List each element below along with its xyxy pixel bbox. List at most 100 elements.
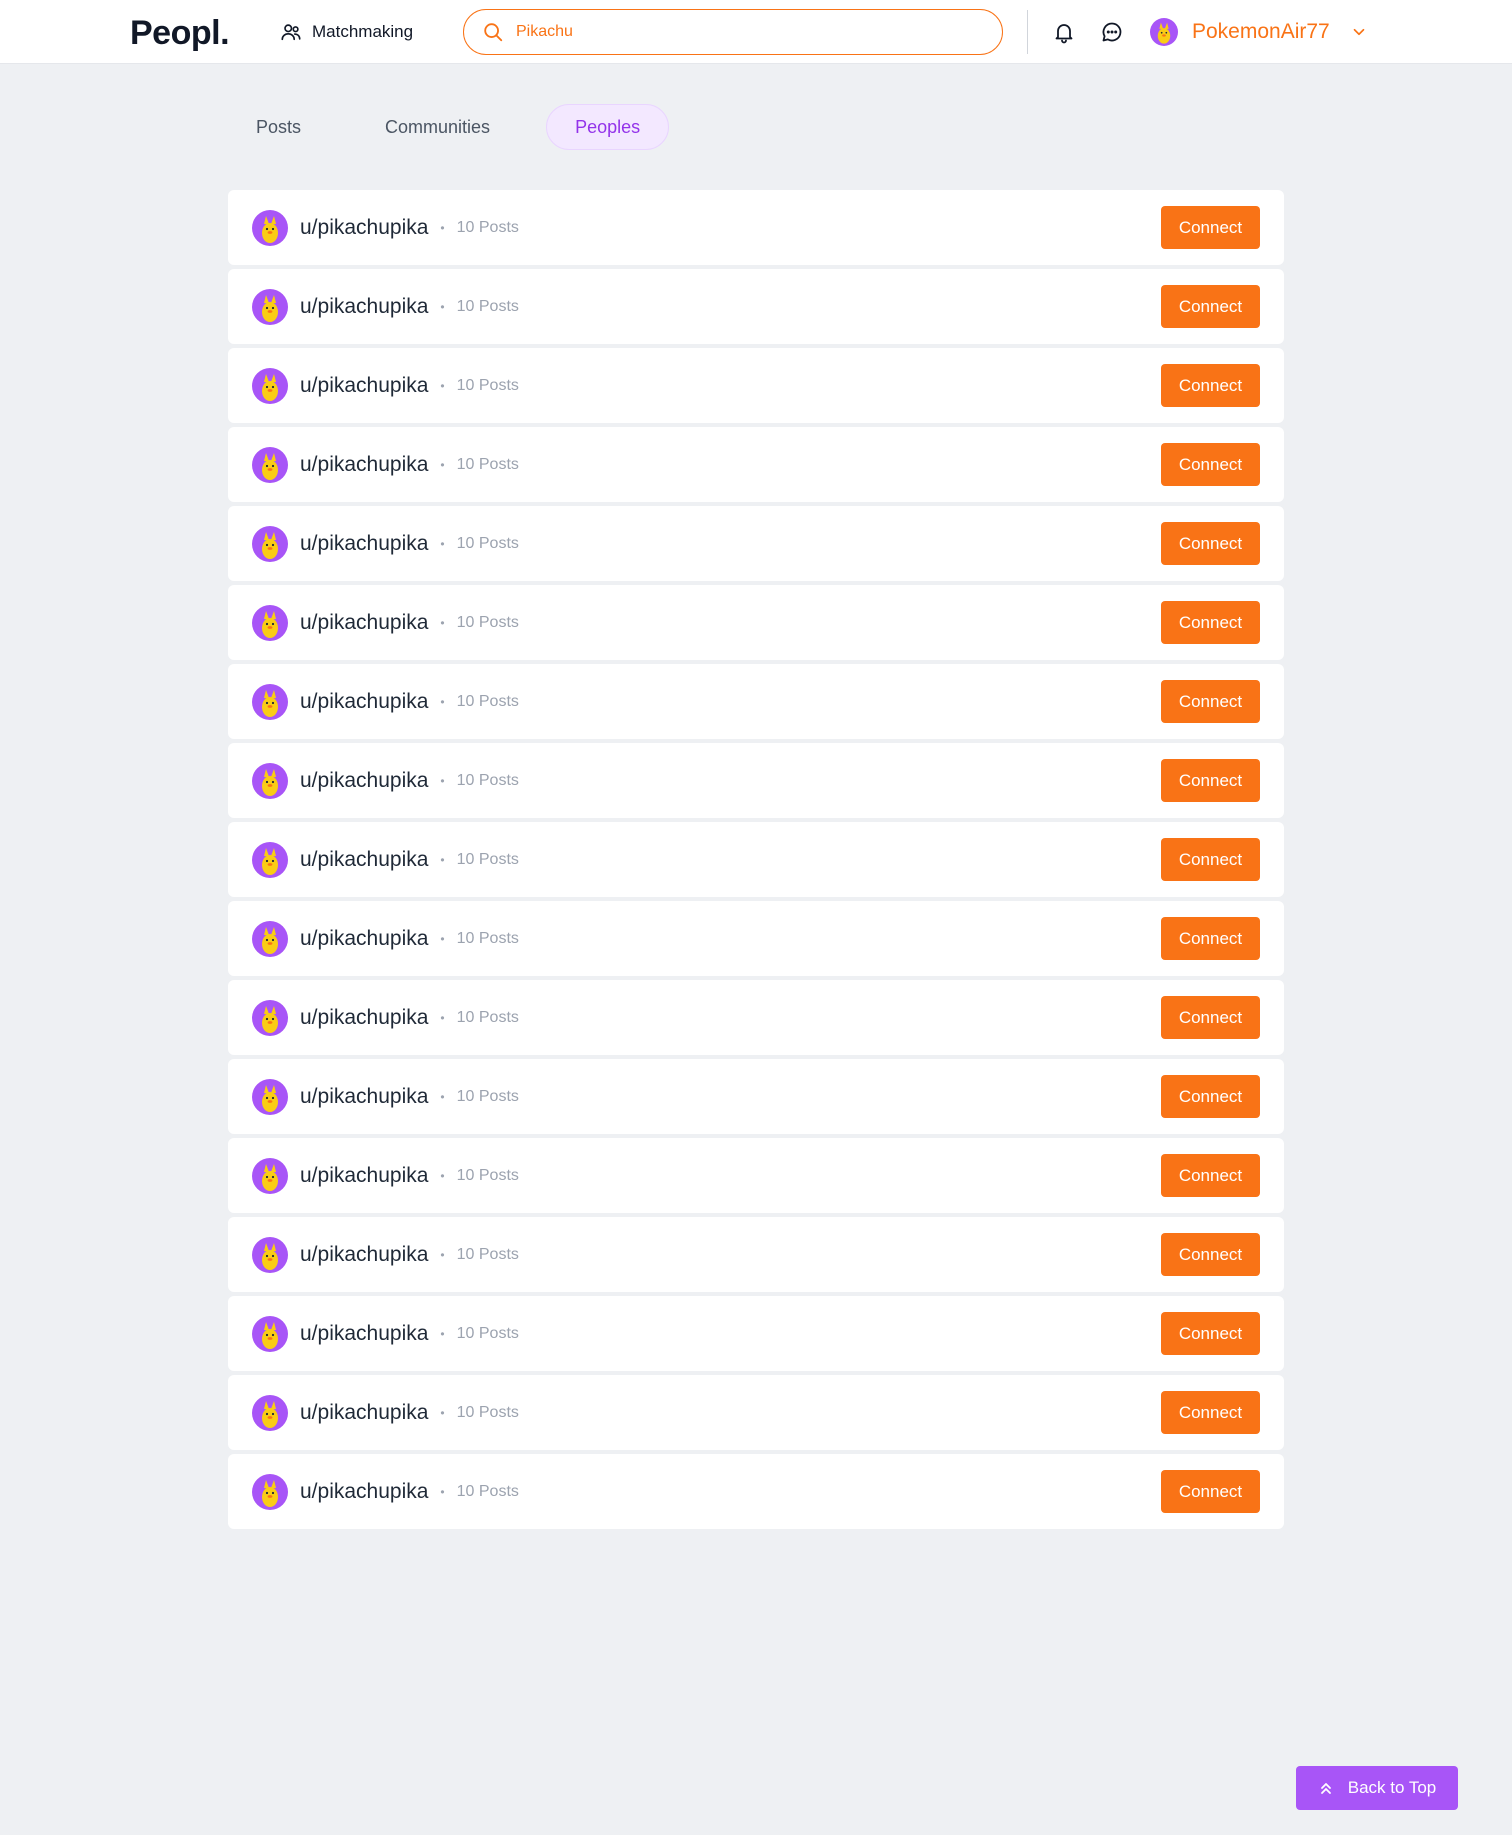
matchmaking-link[interactable]: Matchmaking [280,20,413,44]
connect-button[interactable]: Connect [1161,996,1260,1039]
post-count: 10 Posts [456,1482,519,1500]
person-username[interactable]: u/pikachupika [300,1085,428,1109]
separator-dot: • [440,220,445,235]
header-divider [1027,10,1028,54]
list-item: u/pikachupika • 10 Posts Connect [228,506,1284,581]
connect-button[interactable]: Connect [1161,285,1260,328]
person-username[interactable]: u/pikachupika [300,1401,428,1425]
connect-button[interactable]: Connect [1161,680,1260,723]
double-chevron-up-icon [1318,1780,1334,1796]
logo[interactable]: Peopl. [130,14,230,53]
person-username[interactable]: u/pikachupika [300,532,428,556]
post-count: 10 Posts [456,929,519,947]
result-tabs: Posts Communities Peoples [228,104,670,150]
avatar[interactable] [252,288,288,325]
connect-button[interactable]: Connect [1161,364,1260,407]
avatar[interactable] [252,1394,288,1431]
search-input[interactable] [516,23,976,41]
person-username[interactable]: u/pikachupika [300,216,428,240]
connect-button[interactable]: Connect [1161,443,1260,486]
post-count: 10 Posts [456,1166,519,1184]
person-username[interactable]: u/pikachupika [300,1243,428,1267]
bell-icon[interactable] [1052,20,1076,44]
tab-peoples[interactable]: Peoples [546,104,670,150]
list-item: u/pikachupika • 10 Posts Connect [228,585,1284,660]
connect-button[interactable]: Connect [1161,759,1260,802]
separator-dot: • [440,773,445,788]
tab-posts[interactable]: Posts [228,104,329,150]
people-list: u/pikachupika • 10 Posts Connect u/pikachupi… [228,190,1284,1533]
person-username[interactable]: u/pikachupika [300,453,428,477]
avatar[interactable] [252,1236,288,1273]
connect-button[interactable]: Connect [1161,522,1260,565]
separator-dot: • [440,852,445,867]
person-username[interactable]: u/pikachupika [300,927,428,951]
list-item: u/pikachupika • 10 Posts Connect [228,269,1284,344]
avatar[interactable] [252,525,288,562]
connect-button[interactable]: Connect [1161,601,1260,644]
post-count: 10 Posts [456,771,519,789]
list-item: u/pikachupika • 10 Posts Connect [228,1454,1284,1529]
user-menu[interactable]: PokemonAir77 [1150,16,1368,48]
person-username[interactable]: u/pikachupika [300,769,428,793]
avatar[interactable] [252,209,288,246]
chevron-down-icon[interactable] [1350,23,1368,41]
avatar[interactable] [252,1315,288,1352]
person-username[interactable]: u/pikachupika [300,1322,428,1346]
avatar[interactable] [252,1078,288,1115]
connect-button[interactable]: Connect [1161,1075,1260,1118]
connect-button[interactable]: Connect [1161,1470,1260,1513]
list-item: u/pikachupika • 10 Posts Connect [228,348,1284,423]
post-count: 10 Posts [456,455,519,473]
post-count: 10 Posts [456,218,519,236]
person-username[interactable]: u/pikachupika [300,848,428,872]
separator-dot: • [440,931,445,946]
connect-button[interactable]: Connect [1161,917,1260,960]
avatar [1150,18,1178,46]
avatar[interactable] [252,841,288,878]
post-count: 10 Posts [456,692,519,710]
separator-dot: • [440,1168,445,1183]
post-count: 10 Posts [456,1324,519,1342]
search-bar[interactable] [463,9,1003,55]
person-username[interactable]: u/pikachupika [300,611,428,635]
separator-dot: • [440,299,445,314]
post-count: 10 Posts [456,1245,519,1263]
person-username[interactable]: u/pikachupika [300,295,428,319]
connect-button[interactable]: Connect [1161,838,1260,881]
person-username[interactable]: u/pikachupika [300,1164,428,1188]
post-count: 10 Posts [456,613,519,631]
connect-button[interactable]: Connect [1161,1233,1260,1276]
post-count: 10 Posts [456,1403,519,1421]
list-item: u/pikachupika • 10 Posts Connect [228,1138,1284,1213]
avatar[interactable] [252,1157,288,1194]
avatar[interactable] [252,920,288,957]
person-username[interactable]: u/pikachupika [300,690,428,714]
avatar[interactable] [252,683,288,720]
connect-button[interactable]: Connect [1161,1391,1260,1434]
separator-dot: • [440,1405,445,1420]
person-username[interactable]: u/pikachupika [300,374,428,398]
person-username[interactable]: u/pikachupika [300,1006,428,1030]
separator-dot: • [440,615,445,630]
avatar[interactable] [252,762,288,799]
separator-dot: • [440,1089,445,1104]
post-count: 10 Posts [456,534,519,552]
tab-communities[interactable]: Communities [357,104,518,150]
avatar[interactable] [252,1473,288,1510]
list-item: u/pikachupika • 10 Posts Connect [228,1296,1284,1371]
matchmaking-label: Matchmaking [312,22,414,41]
avatar[interactable] [252,367,288,404]
list-item: u/pikachupika • 10 Posts Connect [228,1375,1284,1450]
list-item: u/pikachupika • 10 Posts Connect [228,1217,1284,1292]
avatar[interactable] [252,604,288,641]
back-to-top-button[interactable]: Back to Top [1296,1766,1458,1810]
connect-button[interactable]: Connect [1161,206,1260,249]
avatar[interactable] [252,999,288,1036]
chat-icon[interactable] [1100,20,1124,44]
person-username[interactable]: u/pikachupika [300,1480,428,1504]
connect-button[interactable]: Connect [1161,1312,1260,1355]
connect-button[interactable]: Connect [1161,1154,1260,1197]
avatar[interactable] [252,446,288,483]
username-label: PokemonAir77 [1192,20,1330,43]
